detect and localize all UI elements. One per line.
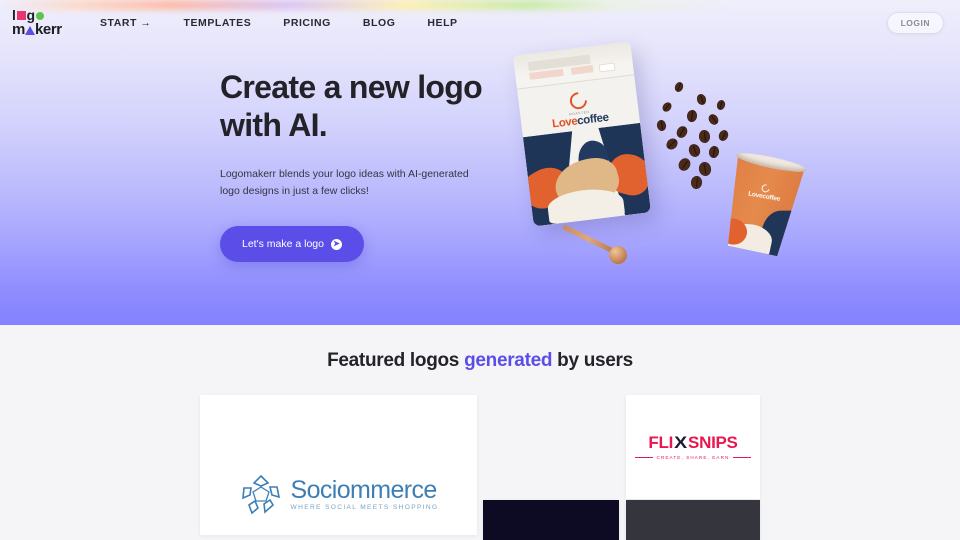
logo-letter-m: m bbox=[12, 20, 25, 38]
main-navbar: lg m kerr START → TEMPLATES PRICING BLOG … bbox=[0, 0, 960, 45]
pink-square-icon bbox=[16, 10, 26, 20]
login-button[interactable]: LOGIN bbox=[886, 11, 944, 34]
flixsnips-x-icon: X bbox=[674, 433, 687, 452]
featured-logos-section: Featured logos generated by users Sociom… bbox=[0, 325, 960, 540]
sociommerce-logo: Sociommerce WHERE SOCIAL MEETS SHOPPING bbox=[239, 473, 439, 517]
nav-item-templates[interactable]: TEMPLATES bbox=[184, 17, 252, 29]
nav-item-help[interactable]: HELP bbox=[427, 17, 457, 29]
flix-rule-right bbox=[733, 457, 752, 458]
make-a-logo-button[interactable]: Let's make a logo ➤ bbox=[220, 226, 364, 263]
hero-subtitle: Logomakerr blends your logo ideas with A… bbox=[220, 167, 469, 198]
featured-section-title: Featured logos generated by users bbox=[0, 325, 960, 372]
logo-card-flixsnips[interactable]: FLI X SNIPS CREATE, SHARE, EARN bbox=[626, 395, 760, 499]
hero-copy-block: Create a new logo with AI. Logomakerr bl… bbox=[220, 68, 520, 263]
arrow-right-circle-icon: ➤ bbox=[330, 238, 342, 250]
logo-letter-l: l bbox=[12, 6, 16, 23]
cta-label: Let's make a logo bbox=[242, 238, 324, 251]
hero-title-line-1: Create a new logo bbox=[220, 69, 483, 105]
nav-item-start[interactable]: START → bbox=[100, 17, 152, 29]
logo-card-sociommerce[interactable]: Sociommerce WHERE SOCIAL MEETS SHOPPING bbox=[200, 395, 477, 535]
logo-card-dark-navy[interactable] bbox=[483, 500, 619, 540]
sociommerce-text-block: Sociommerce WHERE SOCIAL MEETS SHOPPING bbox=[291, 478, 439, 512]
blue-triangle-icon bbox=[24, 25, 35, 35]
green-circle-icon bbox=[35, 11, 44, 20]
sociommerce-star-icon bbox=[239, 473, 283, 517]
logo-line-2: m kerr bbox=[12, 20, 62, 38]
sociommerce-tagline: WHERE SOCIAL MEETS SHOPPING bbox=[290, 504, 439, 512]
featured-title-highlight: generated bbox=[464, 350, 553, 371]
logomakerr-logo[interactable]: lg m kerr bbox=[12, 6, 70, 38]
flixsnips-tagline: CREATE, SHARE, EARN bbox=[656, 455, 730, 460]
flixsnips-name-row: FLI X SNIPS bbox=[635, 434, 752, 451]
hero-content: Create a new logo with AI. Logomakerr bl… bbox=[0, 45, 960, 263]
featured-title-part-2: by users bbox=[552, 350, 633, 371]
flixsnips-logo: FLI X SNIPS CREATE, SHARE, EARN bbox=[634, 434, 752, 460]
flixsnips-name-part-1: FLI bbox=[648, 433, 673, 452]
featured-title-part-1: Featured logos bbox=[327, 350, 465, 371]
flixsnips-name-part-2: SNIPS bbox=[688, 433, 738, 452]
nav-item-blog[interactable]: BLOG bbox=[363, 17, 396, 29]
logo-card-dark-gray[interactable] bbox=[626, 500, 760, 540]
flixsnips-tagline-row: CREATE, SHARE, EARN bbox=[634, 455, 752, 460]
sociommerce-name: Sociommerce bbox=[290, 476, 438, 505]
hero-title-line-2: with AI. bbox=[220, 107, 328, 144]
nav-item-pricing[interactable]: PRICING bbox=[283, 17, 331, 29]
logo-letter-g: g bbox=[26, 6, 36, 23]
hero-title: Create a new logo with AI. bbox=[220, 68, 520, 145]
featured-logo-cards: Sociommerce WHERE SOCIAL MEETS SHOPPING … bbox=[0, 395, 960, 540]
logo-letters-kerr: kerr bbox=[34, 20, 62, 38]
flix-rule-left bbox=[634, 457, 653, 458]
nav-links: START → TEMPLATES PRICING BLOG HELP bbox=[100, 17, 458, 29]
hero-section: lg m kerr START → TEMPLATES PRICING BLOG … bbox=[0, 0, 960, 325]
logo-line-1: lg bbox=[12, 6, 44, 23]
